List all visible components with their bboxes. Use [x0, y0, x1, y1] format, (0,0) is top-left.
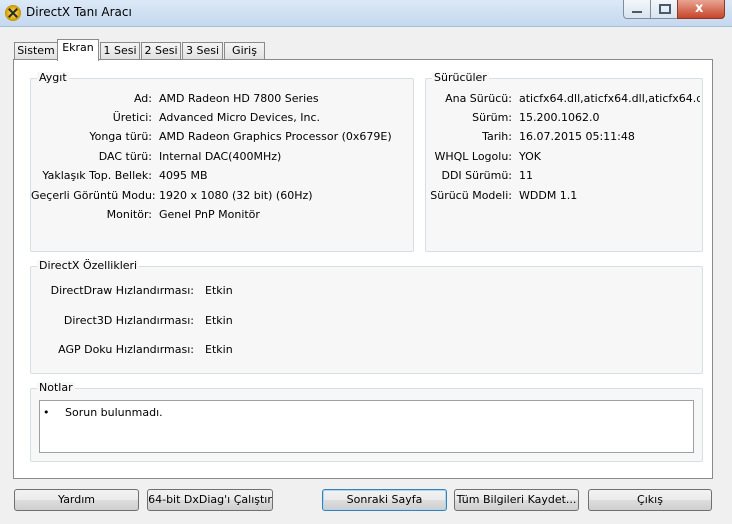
direct3d-value: Etkin [205, 314, 233, 327]
tab-giris[interactable]: Giriş [224, 42, 265, 60]
total-memory-value: 4095 MB [159, 169, 208, 182]
window-title: DirectX Tanı Aracı [26, 5, 132, 19]
maximize-button[interactable] [650, 0, 678, 19]
chip-type-value: AMD Radeon Graphics Processor (0x679E) [159, 130, 392, 143]
driver-version-label: Sürüm: [472, 111, 512, 124]
tab-1-sesi[interactable]: 1 Sesi [100, 42, 140, 60]
tab-3-sesi[interactable]: 3 Sesi [182, 42, 223, 60]
maximize-icon [659, 4, 671, 14]
tab-2-sesi[interactable]: 2 Sesi [141, 42, 181, 60]
manufacturer-value: Advanced Micro Devices, Inc. [159, 111, 321, 124]
main-driver-label: Ana Sürücü: [445, 92, 512, 105]
agp-label: AGP Doku Hızlandırması: [58, 343, 194, 356]
directdraw-value: Etkin [205, 284, 233, 297]
directdraw-label: DirectDraw Hızlandırması: [50, 284, 194, 297]
whql-label: WHQL Logolu: [434, 150, 512, 163]
dac-type-value: Internal DAC(400MHz) [159, 150, 282, 163]
notes-textbox[interactable]: • Sorun bulunmadı. [39, 400, 694, 453]
device-group: Aygıt Ad: AMD Radeon HD 7800 Series Üreti… [30, 72, 414, 252]
agp-value: Etkin [205, 343, 233, 356]
ddi-version-label: DDI Sürümü: [441, 169, 512, 182]
minimize-button[interactable] [623, 0, 651, 19]
driver-date-label: Tarih: [482, 130, 512, 143]
display-mode-value: 1920 x 1080 (32 bit) (60Hz) [159, 189, 313, 202]
run-64bit-dxdiag-button[interactable]: 64-bit DxDiag'ı Çalıştır [147, 489, 273, 511]
display-mode-label: Geçerli Görüntü Modu: [31, 189, 156, 202]
direct3d-label: Direct3D Hızlandırması: [63, 314, 194, 327]
main-driver-value: aticfx64.dll,aticfx64.dll,aticfx64.dll,a [519, 92, 700, 105]
driver-version-value: 15.200.1062.0 [519, 111, 600, 124]
help-button[interactable]: Yardım [14, 489, 139, 511]
driver-model-label: Sürücü Modeli: [430, 189, 512, 202]
directx-features-group: DirectX Özellikleri DirectDraw Hızlandır… [30, 260, 703, 374]
driver-model-value: WDDM 1.1 [519, 189, 578, 202]
tab-sistem[interactable]: Sistem [14, 42, 58, 60]
close-button[interactable]: x [677, 0, 725, 19]
drivers-group-label: Sürücüler [432, 71, 489, 84]
chip-type-label: Yonga türü: [89, 130, 152, 143]
directx-app-icon [5, 5, 21, 21]
save-all-info-button[interactable]: Tüm Bilgileri Kaydet... [454, 489, 579, 511]
monitor-value: Genel PnP Monitör [159, 208, 260, 221]
device-name-label: Ad: [133, 92, 152, 105]
close-icon: x [695, 1, 704, 16]
next-page-button[interactable]: Sonraki Sayfa [322, 489, 447, 511]
dac-type-label: DAC türü: [98, 150, 152, 163]
notes-text: Sorun bulunmadı. [65, 406, 163, 419]
total-memory-label: Yaklaşık Top. Bellek: [42, 169, 152, 182]
whql-value: YOK [519, 150, 541, 163]
exit-button[interactable]: Çıkış [588, 489, 712, 511]
notes-group: Notlar • Sorun bulunmadı. [30, 382, 703, 462]
device-group-label: Aygıt [37, 71, 69, 84]
ekran-panel: Aygıt Ad: AMD Radeon HD 7800 Series Üreti… [13, 59, 713, 479]
monitor-label: Monitör: [106, 208, 152, 221]
minimize-icon [632, 11, 642, 13]
manufacturer-label: Üretici: [112, 111, 152, 124]
notes-group-label: Notlar [37, 381, 75, 394]
drivers-group: Sürücüler Ana Sürücü: aticfx64.dll,aticfx… [425, 72, 703, 252]
device-name-value: AMD Radeon HD 7800 Series [159, 92, 319, 105]
driver-date-value: 16.07.2015 05:11:48 [519, 130, 635, 143]
ddi-version-value: 11 [519, 169, 533, 182]
directx-features-label: DirectX Özellikleri [37, 259, 140, 272]
notes-bullet: • [43, 406, 50, 419]
title-bar: DirectX Tanı Aracı x [0, 0, 732, 27]
tab-ekran[interactable]: Ekran [57, 39, 99, 61]
